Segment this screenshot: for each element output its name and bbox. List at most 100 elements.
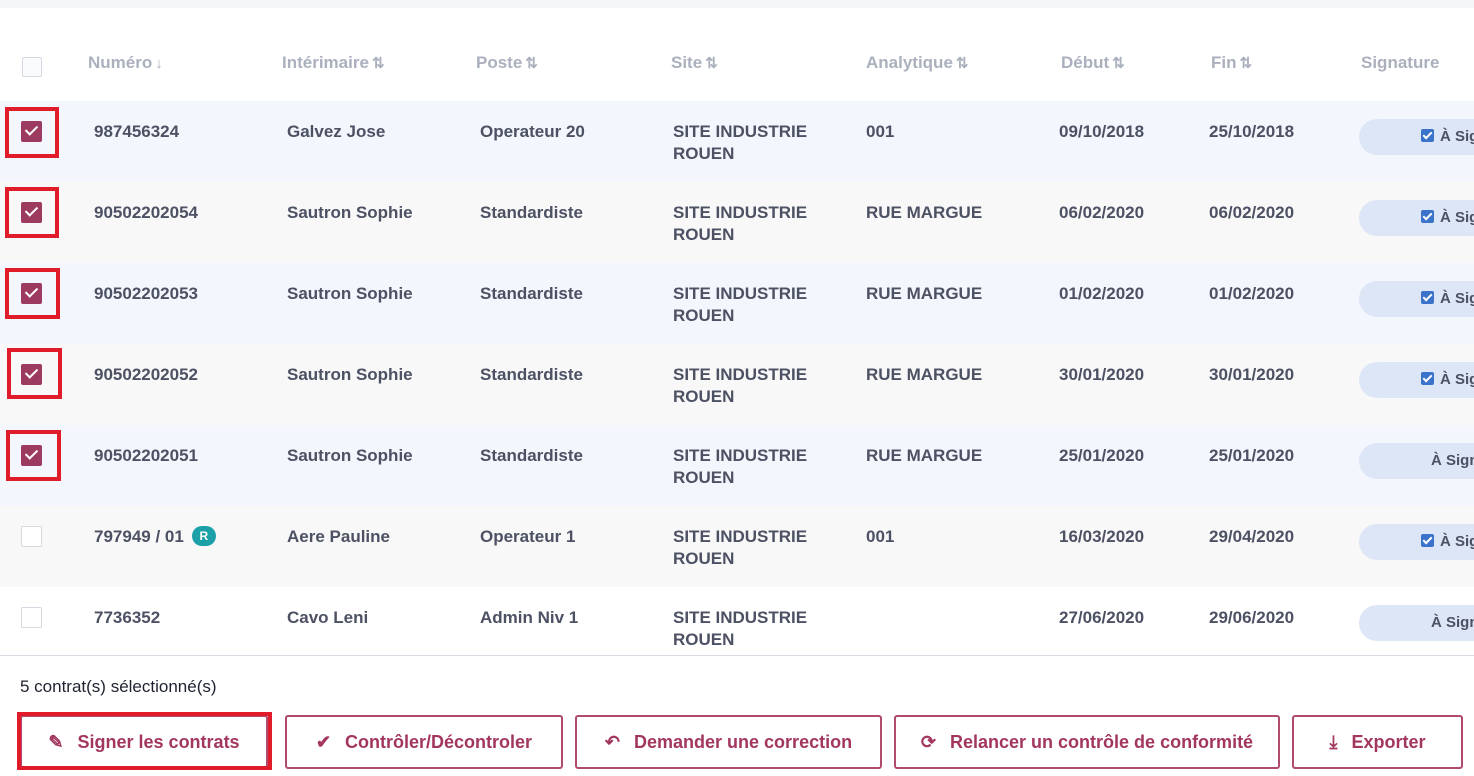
checkbox-icon xyxy=(1421,372,1434,385)
poste-cell: Operateur 20 xyxy=(480,122,585,141)
table-row[interactable]: 90502202052 Sautron Sophie Standardiste … xyxy=(0,344,1474,425)
debut-cell: 16/03/2020 xyxy=(1059,527,1145,546)
interimaire-cell: Sautron Sophie xyxy=(287,284,413,303)
poste-cell: Standardiste xyxy=(480,284,583,303)
interimaire-cell: Aere Pauline xyxy=(287,527,390,546)
analytique-cell: 001 xyxy=(866,122,895,141)
checkbox-icon xyxy=(1421,291,1434,304)
highlight-box xyxy=(5,187,59,238)
site-cell: SITE INDUSTRIE ROUEN xyxy=(673,365,808,406)
site-cell: SITE INDUSTRIE ROUEN xyxy=(673,527,808,568)
numero-cell: 7736352 xyxy=(94,608,161,627)
table-row[interactable]: 90502202054 Sautron Sophie Standardiste … xyxy=(0,182,1474,263)
column-fin-header[interactable]: Fin ⇅ xyxy=(1211,53,1252,73)
check-icon: ✔ xyxy=(315,731,332,752)
signature-badge[interactable]: À Signer xyxy=(1359,443,1474,479)
site-cell: SITE INDUSTRIE ROUEN xyxy=(673,122,808,163)
table-row[interactable]: 90502202053 Sautron Sophie Standardiste … xyxy=(0,263,1474,344)
highlight-box xyxy=(5,107,59,158)
column-signature-header: Signature xyxy=(1361,53,1440,72)
debut-cell: 06/02/2020 xyxy=(1059,203,1145,222)
poste-cell: Standardiste xyxy=(480,365,583,384)
interimaire-cell: Cavo Leni xyxy=(287,608,369,627)
column-numero-header[interactable]: Numéro ↓ xyxy=(88,53,163,73)
reply-arrow-icon: ↶ xyxy=(604,731,621,752)
poste-cell: Standardiste xyxy=(480,203,583,222)
signature-badge[interactable]: À Signer xyxy=(1359,362,1474,398)
interimaire-cell: Sautron Sophie xyxy=(287,446,413,465)
analytique-cell: RUE MARGUE xyxy=(866,365,983,384)
row-checkbox[interactable] xyxy=(21,526,42,547)
sort-icon: ⇅ xyxy=(955,55,969,72)
fin-cell: 06/02/2020 xyxy=(1209,203,1295,222)
poste-cell: Admin Niv 1 xyxy=(480,608,579,627)
site-cell: SITE INDUSTRIE ROUEN xyxy=(673,203,808,244)
sort-icon: ⇅ xyxy=(1112,55,1125,72)
control-button[interactable]: ✔ Contrôler/Décontroler xyxy=(285,715,563,769)
column-site-header[interactable]: Site ⇅ xyxy=(671,53,718,73)
numero-cell: 90502202053 xyxy=(94,284,199,303)
selection-count: 5 contrat(s) sélectionné(s) xyxy=(20,677,217,696)
poste-cell: Operateur 1 xyxy=(480,527,576,546)
debut-cell: 27/06/2020 xyxy=(1059,608,1145,627)
site-cell: SITE INDUSTRIE ROUEN xyxy=(673,446,808,487)
column-analytique-header[interactable]: Analytique ⇅ xyxy=(866,53,968,73)
fin-cell: 25/01/2020 xyxy=(1209,446,1295,465)
signature-badge[interactable]: À Signer xyxy=(1359,524,1474,560)
signature-badge[interactable]: À Signer xyxy=(1359,281,1474,317)
debut-cell: 25/01/2020 xyxy=(1059,446,1145,465)
numero-cell: 90502202052 xyxy=(94,365,199,384)
debut-cell: 09/10/2018 xyxy=(1059,122,1145,141)
request-correction-button[interactable]: ↶ Demander une correction xyxy=(575,715,882,769)
numero-cell: 90502202054 xyxy=(94,203,199,222)
highlight-box xyxy=(17,712,272,770)
fin-cell: 25/10/2018 xyxy=(1209,122,1295,141)
signature-badge[interactable]: À Signer xyxy=(1359,119,1474,155)
checkbox-icon xyxy=(1421,534,1434,547)
highlight-box xyxy=(5,268,60,319)
sort-down-icon: ↓ xyxy=(155,55,163,72)
column-interimaire-header[interactable]: Intérimaire ⇅ xyxy=(282,53,385,73)
analytique-cell: RUE MARGUE xyxy=(866,446,983,465)
table-row[interactable]: 90502202051 Sautron Sophie Standardiste … xyxy=(0,425,1474,506)
fin-cell: 29/04/2020 xyxy=(1209,527,1295,546)
fin-cell: 30/01/2020 xyxy=(1209,365,1295,384)
select-all-checkbox[interactable] xyxy=(22,57,42,77)
sort-icon: ⇅ xyxy=(705,55,718,72)
analytique-cell: RUE MARGUE xyxy=(866,284,983,303)
table-row[interactable]: 987456324 Galvez Jose Operateur 20 SITE … xyxy=(0,101,1474,182)
table-header: Numéro ↓ Intérimaire ⇅ Poste ⇅ Site ⇅ Analyt… xyxy=(0,8,1474,88)
refresh-icon: ⟳ xyxy=(920,731,937,752)
analytique-cell: RUE MARGUE xyxy=(866,203,983,222)
checkbox-icon xyxy=(1421,129,1434,142)
column-poste-header[interactable]: Poste ⇅ xyxy=(476,53,538,73)
signature-badge[interactable]: À Signer xyxy=(1359,200,1474,236)
table-row[interactable]: 797949 / 01 R Aere Pauline Operateur 1 SI… xyxy=(0,506,1474,587)
download-icon: ⤓ xyxy=(1329,731,1338,752)
interimaire-cell: Galvez Jose xyxy=(287,122,386,141)
highlight-box xyxy=(6,430,61,481)
r-badge: R xyxy=(191,526,216,546)
fin-cell: 01/02/2020 xyxy=(1209,284,1295,303)
export-button[interactable]: ⤓ Exporter xyxy=(1292,715,1463,769)
sort-icon: ⇅ xyxy=(371,55,385,72)
sort-icon: ⇅ xyxy=(525,55,538,72)
signature-badge[interactable]: À Signer xyxy=(1359,605,1474,641)
row-checkbox[interactable] xyxy=(21,607,42,628)
analytique-cell: 001 xyxy=(866,527,895,546)
debut-cell: 30/01/2020 xyxy=(1059,365,1145,384)
interimaire-cell: Sautron Sophie xyxy=(287,203,413,222)
fin-cell: 29/06/2020 xyxy=(1209,608,1295,627)
relaunch-compliance-button[interactable]: ⟳ Relancer un contrôle de conformité xyxy=(894,715,1280,769)
sort-icon: ⇅ xyxy=(1239,55,1253,72)
site-cell: SITE INDUSTRIE ROUEN xyxy=(673,608,808,649)
numero-cell: 987456324 xyxy=(94,122,180,141)
highlight-box xyxy=(7,348,62,399)
site-cell: SITE INDUSTRIE ROUEN xyxy=(673,284,808,325)
checkbox-icon xyxy=(1421,210,1434,223)
column-debut-header[interactable]: Début ⇅ xyxy=(1061,53,1125,73)
debut-cell: 01/02/2020 xyxy=(1059,284,1145,303)
top-strip xyxy=(0,0,1474,8)
numero-cell: 797949 / 01 R xyxy=(94,526,216,548)
interimaire-cell: Sautron Sophie xyxy=(287,365,413,384)
